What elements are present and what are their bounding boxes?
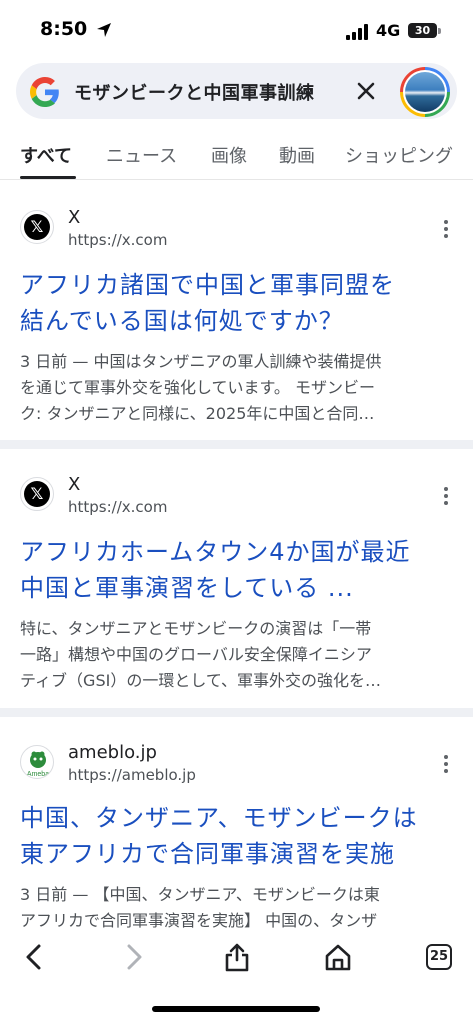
- result-site-name: ameblo.jp: [68, 742, 157, 763]
- account-avatar[interactable]: [400, 67, 450, 117]
- share-icon[interactable]: [222, 942, 252, 972]
- ameba-logo-icon: Ameba: [20, 745, 54, 779]
- battery-level: 30: [408, 23, 437, 38]
- result-title-link[interactable]: アフリカ諸国で中国と軍事同盟を 結んでいる国は何処ですか？: [20, 267, 460, 339]
- result-title-link[interactable]: アフリカホームタウン4か国が最近 中国と軍事演習をしている ...: [20, 534, 460, 606]
- home-icon[interactable]: [323, 942, 353, 972]
- result-site-url[interactable]: https://x.com: [68, 498, 167, 516]
- tab-count: 25: [426, 944, 452, 970]
- result-site-url[interactable]: https://ameblo.jp: [68, 766, 196, 784]
- home-indicator[interactable]: [152, 1006, 320, 1012]
- tab-all[interactable]: すべて: [20, 142, 72, 168]
- active-tab-indicator: [20, 176, 76, 179]
- more-options-icon[interactable]: [438, 486, 454, 506]
- search-tabs: すべて ニュース 画像 動画 ショッピング: [0, 130, 473, 180]
- result-divider: [0, 440, 473, 449]
- svg-text:Ameba: Ameba: [27, 771, 49, 778]
- x-logo-icon: 𝕏: [20, 210, 54, 244]
- location-arrow-icon: [97, 23, 111, 37]
- result-site-name: X: [68, 207, 81, 228]
- result-snippet: 3 日前 — 中国はタンザニアの軍人訓練や装備提供 を通じて軍事外交を強化してい…: [20, 352, 382, 423]
- search-query-text[interactable]: モザンビークと中国軍事訓練: [74, 79, 315, 105]
- tab-videos[interactable]: 動画: [279, 142, 315, 168]
- result-divider: [0, 708, 473, 717]
- forward-icon[interactable]: [118, 942, 148, 972]
- result-site-name: X: [68, 474, 81, 495]
- close-icon[interactable]: [356, 81, 376, 101]
- result-site-url[interactable]: https://x.com: [68, 231, 167, 249]
- network-type: 4G: [376, 21, 401, 40]
- cellular-signal-icon: [346, 24, 368, 40]
- tab-news[interactable]: ニュース: [106, 142, 177, 168]
- tabs-icon[interactable]: 25: [426, 944, 456, 974]
- more-options-icon[interactable]: [438, 754, 454, 774]
- result-title-link[interactable]: 中国、タンザニア、モザンビークは 東アフリカで合同軍事演習を実施: [20, 800, 460, 872]
- status-time: 8:50: [40, 18, 88, 40]
- tab-images[interactable]: 画像: [211, 142, 247, 168]
- status-bar: 8:50 4G 30: [0, 0, 473, 60]
- search-bar[interactable]: モザンビークと中国軍事訓練: [16, 63, 457, 119]
- tab-shopping[interactable]: ショッピング: [345, 142, 453, 168]
- more-options-icon[interactable]: [438, 219, 454, 239]
- x-logo-icon: 𝕏: [20, 477, 54, 511]
- result-snippet: 3 日前 — 【中国、タンザニア、モザンビークは東 アフリカで合同軍事演習を実施…: [20, 885, 380, 930]
- result-snippet: 特に、タンザニアとモザンビークの演習は「一帯 一路」構想や中国のグローバル安全保…: [20, 619, 382, 690]
- google-g-icon: [30, 77, 59, 107]
- back-icon[interactable]: [20, 942, 50, 972]
- battery-icon: 30: [408, 21, 442, 41]
